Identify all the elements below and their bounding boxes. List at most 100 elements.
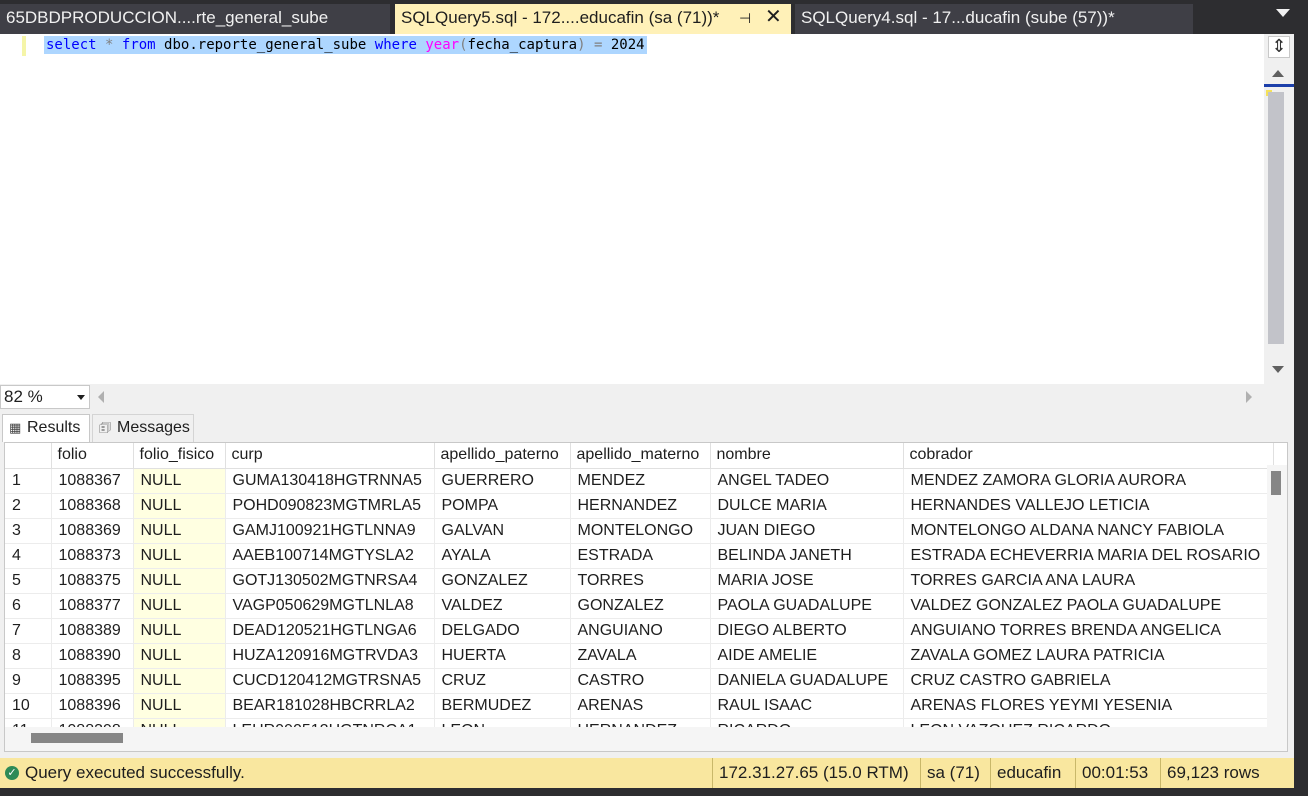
close-icon[interactable]: ✕ (765, 4, 782, 31)
scroll-down-icon[interactable] (1272, 366, 1284, 373)
table-row[interactable]: 5 1088375 NULL GOTJ130502MGTNRSA4 GONZALEZ TO… (5, 568, 1274, 594)
table-cell[interactable]: GONZALEZ (434, 568, 571, 594)
table-cell[interactable]: DANIELA GUADALUPE (710, 668, 904, 694)
table-cell[interactable]: NULL (133, 468, 226, 494)
table-row[interactable]: 6 1088377 NULL VAGP050629MGTLNLA8 VALDEZ GONZ… (5, 593, 1274, 619)
table-cell[interactable]: GOTJ130502MGTNRSA4 (225, 568, 435, 594)
table-cell[interactable]: VAGP050629MGTLNLA8 (225, 593, 435, 619)
tab-reporte-general-sube[interactable]: 65DBDPRODUCCION....rte_general_sube (0, 4, 390, 34)
table-cell[interactable]: ANGUIANO (570, 618, 711, 644)
tab-sqlquery4[interactable]: SQLQuery4.sql - 17...ducafin (sube (57))… (795, 4, 1193, 34)
scrollbar-thumb[interactable] (31, 733, 123, 743)
scroll-left-icon[interactable] (98, 391, 104, 403)
grid-horizontal-scrollbar[interactable] (5, 727, 1287, 751)
table-cell[interactable]: MONTELONGO ALDANA NANCY FABIOLA (903, 518, 1274, 544)
table-cell[interactable]: PAOLA GUADALUPE (710, 593, 904, 619)
table-cell[interactable]: DIEGO ALBERTO (710, 618, 904, 644)
table-cell[interactable]: NULL (133, 668, 226, 694)
row-number-cell[interactable]: 7 (5, 618, 52, 644)
table-cell[interactable]: HERNANDEZ (570, 493, 711, 519)
zoom-select[interactable]: 82 % (0, 385, 90, 409)
tab-overflow-dropdown-icon[interactable] (1276, 9, 1290, 17)
table-cell[interactable]: 1088369 (51, 518, 134, 544)
table-cell[interactable]: NULL (133, 568, 226, 594)
table-cell[interactable]: ANGUIANO TORRES BRENDA ANGELICA (903, 618, 1274, 644)
table-cell[interactable]: MONTELONGO (570, 518, 711, 544)
table-cell[interactable]: 1088389 (51, 618, 134, 644)
table-cell[interactable]: GONZALEZ (570, 593, 711, 619)
table-cell[interactable]: CUCD120412MGTRSNA5 (225, 668, 435, 694)
table-cell[interactable]: GUMA130418HGTRNNA5 (225, 468, 435, 494)
table-cell[interactable]: POMPA (434, 493, 571, 519)
table-cell[interactable]: JUAN DIEGO (710, 518, 904, 544)
column-header[interactable]: curp (225, 443, 435, 469)
table-cell[interactable]: DULCE MARIA (710, 493, 904, 519)
pin-icon[interactable]: ⊣ (739, 4, 751, 32)
row-number-cell[interactable]: 2 (5, 493, 52, 519)
table-row[interactable]: 10 1088396 NULL BEAR181028HBCRRLA2 BERMUDEZ A… (5, 693, 1274, 719)
row-number-cell[interactable]: 4 (5, 543, 52, 569)
table-cell[interactable]: BEAR181028HBCRRLA2 (225, 693, 435, 719)
scrollbar-thumb[interactable] (1268, 92, 1284, 344)
query-editor[interactable]: select * from dbo.reporte_general_sube w… (0, 34, 1264, 384)
split-window-icon[interactable]: ⇕ (1268, 36, 1290, 58)
table-cell[interactable]: NULL (133, 593, 226, 619)
table-cell[interactable]: ESTRADA (570, 543, 711, 569)
table-row[interactable]: 2 1088368 NULL POHD090823MGTMRLA5 POMPA HERNA… (5, 493, 1274, 519)
table-cell[interactable]: CASTRO (570, 668, 711, 694)
editor-vertical-scrollbar[interactable]: ⇕ (1264, 34, 1294, 384)
column-header-rownum[interactable] (5, 443, 52, 469)
table-cell[interactable]: NULL (133, 618, 226, 644)
column-header[interactable]: apellido_paterno (434, 443, 571, 469)
table-cell[interactable]: HERNANDES VALLEJO LETICIA (903, 493, 1274, 519)
table-row[interactable]: 4 1088373 NULL AAEB100714MGTYSLA2 AYALA ESTRA… (5, 543, 1274, 569)
row-number-cell[interactable]: 6 (5, 593, 52, 619)
table-cell[interactable]: AIDE AMELIE (710, 643, 904, 669)
tab-results[interactable]: ▦ Results (2, 414, 90, 442)
table-cell[interactable]: 1088373 (51, 543, 134, 569)
column-header[interactable]: cobrador (903, 443, 1274, 469)
table-cell[interactable]: CRUZ (434, 668, 571, 694)
row-number-cell[interactable]: 3 (5, 518, 52, 544)
table-cell[interactable]: 1088377 (51, 593, 134, 619)
scroll-right-icon[interactable] (1246, 391, 1252, 403)
table-cell[interactable]: MENDEZ ZAMORA GLORIA AURORA (903, 468, 1274, 494)
table-cell[interactable]: VALDEZ (434, 593, 571, 619)
query-text[interactable]: select * from dbo.reporte_general_sube w… (44, 36, 647, 54)
table-cell[interactable]: ZAVALA (570, 643, 711, 669)
column-header[interactable]: folio (51, 443, 134, 469)
grid-vertical-scrollbar[interactable] (1267, 465, 1287, 727)
table-cell[interactable]: HUZA120916MGTRVDA3 (225, 643, 435, 669)
table-cell[interactable]: TORRES (570, 568, 711, 594)
table-cell[interactable]: TORRES GARCIA ANA LAURA (903, 568, 1274, 594)
table-cell[interactable]: 1088396 (51, 693, 134, 719)
table-cell[interactable]: NULL (133, 518, 226, 544)
tab-sqlquery5[interactable]: SQLQuery5.sql - 172....educafin (sa (71)… (395, 4, 791, 34)
table-cell[interactable]: 1088390 (51, 643, 134, 669)
column-header[interactable]: nombre (710, 443, 904, 469)
table-cell[interactable]: AYALA (434, 543, 571, 569)
table-cell[interactable]: BELINDA JANETH (710, 543, 904, 569)
table-cell[interactable]: ANGEL TADEO (710, 468, 904, 494)
row-number-cell[interactable]: 9 (5, 668, 52, 694)
table-cell[interactable]: VALDEZ GONZALEZ PAOLA GUADALUPE (903, 593, 1274, 619)
table-row[interactable]: 9 1088395 NULL CUCD120412MGTRSNA5 CRUZ CASTRO… (5, 668, 1274, 694)
table-row[interactable]: 1 1088367 NULL GUMA130418HGTRNNA5 GUERRERO ME… (5, 468, 1274, 494)
table-cell[interactable]: RAUL ISAAC (710, 693, 904, 719)
table-cell[interactable]: 1088368 (51, 493, 134, 519)
table-cell[interactable]: POHD090823MGTMRLA5 (225, 493, 435, 519)
table-row[interactable]: 7 1088389 NULL DEAD120521HGTLNGA6 DELGADO ANG… (5, 618, 1274, 644)
row-number-cell[interactable]: 5 (5, 568, 52, 594)
table-cell[interactable]: MENDEZ (570, 468, 711, 494)
scroll-up-icon[interactable] (1272, 70, 1284, 77)
table-cell[interactable]: CRUZ CASTRO GABRIELA (903, 668, 1274, 694)
results-grid[interactable]: folio folio_fisico curp apellido_paterno… (4, 442, 1288, 752)
table-cell[interactable]: ESTRADA ECHEVERRIA MARIA DEL ROSARIO (903, 543, 1274, 569)
table-row[interactable]: 8 1088390 NULL HUZA120916MGTRVDA3 HUERTA ZAVA… (5, 643, 1274, 669)
table-row[interactable]: 3 1088369 NULL GAMJ100921HGTLNNA9 GALVAN MONT… (5, 518, 1274, 544)
table-cell[interactable]: GALVAN (434, 518, 571, 544)
scrollbar-thumb[interactable] (1271, 471, 1281, 495)
table-cell[interactable]: GAMJ100921HGTLNNA9 (225, 518, 435, 544)
table-cell[interactable]: NULL (133, 543, 226, 569)
row-number-cell[interactable]: 1 (5, 468, 52, 494)
